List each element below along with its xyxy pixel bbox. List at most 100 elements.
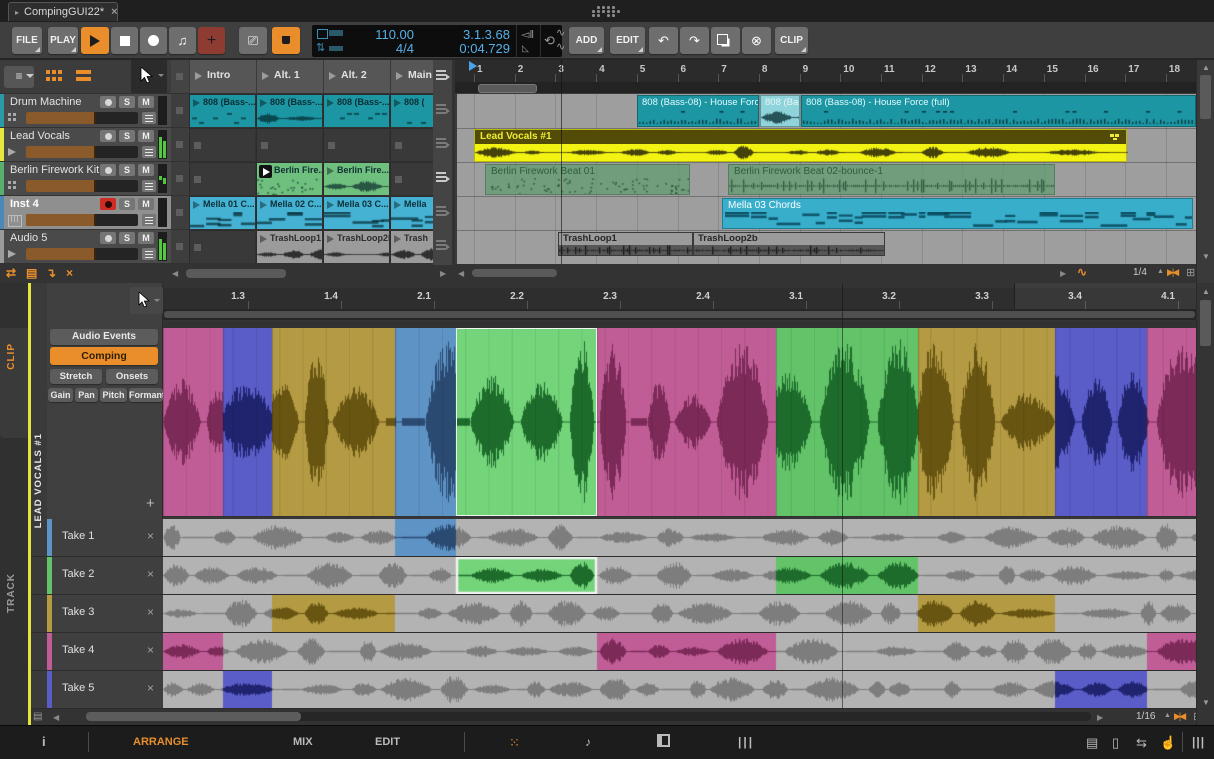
pitch-button[interactable]: Pitch — [100, 388, 127, 402]
scene-play-icon[interactable] — [195, 72, 202, 80]
editor-tool-button[interactable] — [130, 287, 163, 314]
clip-play-icon[interactable] — [394, 235, 401, 243]
arranger-vscroll-handle[interactable] — [1200, 75, 1211, 119]
info-icon[interactable]: i — [42, 734, 46, 749]
clip-slot[interactable] — [189, 162, 255, 195]
add-button[interactable]: ADD — [569, 27, 604, 54]
clip-slot[interactable]: 808 (Bass-... — [189, 94, 255, 127]
clip-slot[interactable]: 808 ( — [390, 94, 433, 127]
volume-fader[interactable] — [26, 180, 138, 192]
launcher-grid-icon[interactable] — [46, 70, 62, 82]
clip-slot[interactable] — [256, 128, 322, 161]
record-arm-button[interactable] — [100, 232, 116, 244]
clip-stop-cell[interactable] — [171, 230, 189, 263]
grid-value-editor[interactable]: 1/16 — [1136, 711, 1155, 722]
clip-button[interactable]: CLIP — [775, 27, 808, 54]
solo-button[interactable]: S — [119, 130, 135, 142]
track-menu-button[interactable] — [142, 112, 156, 124]
scene-header[interactable]: Alt. 2 — [323, 60, 390, 93]
take-list-item[interactable]: Take 1× — [47, 519, 163, 556]
stop-all-cell[interactable] — [171, 60, 189, 93]
clip-slot[interactable] — [390, 162, 433, 195]
adaptive-grid-icon[interactable]: ⊞ — [1186, 266, 1195, 279]
clip-slot[interactable] — [323, 128, 389, 161]
track-menu-button[interactable] — [142, 146, 156, 158]
tab-clip[interactable]: CLIP — [6, 343, 17, 370]
clip-play-icon[interactable] — [260, 201, 267, 209]
scroll-left-icon[interactable]: ◀ — [53, 713, 59, 722]
overview-icon[interactable]: ▤ — [26, 266, 37, 280]
clip-slot[interactable]: 808 (Bass-... — [256, 94, 322, 127]
clip-play-icon[interactable] — [193, 99, 200, 107]
clip-play-icon[interactable] — [327, 99, 334, 107]
audio-events-button[interactable]: Audio Events — [50, 329, 158, 345]
row-menu-icon[interactable] — [436, 138, 449, 150]
track-row[interactable]: Berlin Firework KitSM — [0, 162, 171, 195]
take-lane[interactable] — [163, 671, 1196, 708]
track-row[interactable]: Drum MachineSM — [0, 94, 171, 127]
play-start-marker[interactable] — [469, 61, 477, 71]
arranger-clip[interactable]: Berlin Firework Beat 01 — [485, 164, 690, 195]
tab-arrange[interactable]: ARRANGE — [133, 736, 189, 748]
columns-icon[interactable]: ||| — [738, 735, 754, 749]
scroll-left-icon[interactable]: ◀ — [458, 269, 464, 278]
row-menu-icon[interactable] — [436, 172, 449, 184]
track-row[interactable]: Inst 4SM — [0, 196, 171, 229]
clip-slot[interactable] — [390, 128, 433, 161]
clip-slot[interactable]: Berlin Fire... — [323, 162, 389, 195]
tempo-value[interactable]: 110.00 — [348, 27, 414, 42]
time-signature-value[interactable]: 4/4 — [348, 41, 414, 56]
take-lane[interactable] — [163, 557, 1196, 594]
arranger-hscroll-handle[interactable] — [472, 269, 557, 277]
clip-slot[interactable]: Mella — [390, 196, 433, 229]
punch-icon[interactable]: ◺ — [522, 43, 529, 54]
clip-slot[interactable]: Berlin Fire... — [256, 162, 322, 195]
undo-button[interactable]: ↶ — [649, 27, 678, 54]
comping-button[interactable]: Comping — [50, 347, 158, 365]
record-arm-button[interactable] — [100, 198, 116, 210]
editor-hscroll-handle[interactable] — [86, 712, 301, 721]
comp-lane[interactable] — [163, 328, 1196, 516]
scroll-right-icon[interactable]: ▶ — [440, 269, 446, 278]
delete-button[interactable]: ⊗ — [742, 27, 771, 54]
play-button[interactable] — [81, 27, 109, 54]
take-list-item[interactable]: Take 5× — [47, 671, 163, 708]
mute-button[interactable]: M — [138, 96, 154, 108]
track-menu-button[interactable] — [142, 248, 156, 260]
swing-upper-icon[interactable]: ∿ — [556, 26, 565, 39]
arranger-clip[interactable]: TrashLoop2b — [693, 232, 885, 256]
io-panel-icon[interactable]: ⇆ — [1136, 735, 1147, 751]
track-row[interactable]: Audio 5SM — [0, 230, 171, 263]
arranger-clip[interactable]: 808 (Bass-08) - House Force (full) — [801, 95, 1196, 127]
scene-play-icon[interactable] — [396, 72, 403, 80]
solo-button[interactable]: S — [119, 232, 135, 244]
redo-button[interactable]: ↷ — [680, 27, 709, 54]
clip-stop-cell[interactable] — [171, 162, 189, 195]
arranger-clip[interactable]: TrashLoop1 — [558, 232, 693, 256]
clip-play-icon[interactable] — [327, 167, 334, 175]
mute-button[interactable]: M — [138, 130, 154, 142]
add-track-button[interactable]: + — [198, 27, 225, 54]
swing-lower-icon[interactable]: ∿ — [556, 40, 565, 53]
row-menu-icon[interactable] — [436, 70, 449, 82]
record-arm-button[interactable] — [100, 130, 116, 142]
file-panel-icon[interactable]: ▯ — [1112, 735, 1119, 751]
take-list-item[interactable]: Take 3× — [47, 595, 163, 632]
play-menu-button[interactable]: PLAY — [48, 27, 78, 54]
swap-icon[interactable]: ⇅ — [316, 43, 325, 54]
record-arm-button[interactable] — [100, 96, 116, 108]
io-routing-icon[interactable]: ⇄ — [6, 266, 16, 280]
clip-play-icon[interactable] — [327, 235, 334, 243]
stretch-button[interactable]: Stretch — [50, 369, 102, 384]
mute-button[interactable]: M — [138, 232, 154, 244]
tab-edit[interactable]: EDIT — [375, 736, 400, 748]
clip-slot[interactable] — [189, 128, 255, 161]
scene-header[interactable]: Alt. 1 — [256, 60, 323, 93]
volume-fader[interactable] — [26, 112, 138, 124]
solo-button[interactable]: S — [119, 96, 135, 108]
loop-brace-icon[interactable] — [317, 29, 328, 39]
clip-play-icon[interactable] — [193, 201, 200, 209]
file-button[interactable]: FILE — [12, 27, 42, 54]
clip-slot[interactable]: TrashLoop2b — [323, 230, 389, 263]
solo-button[interactable]: S — [119, 164, 135, 176]
